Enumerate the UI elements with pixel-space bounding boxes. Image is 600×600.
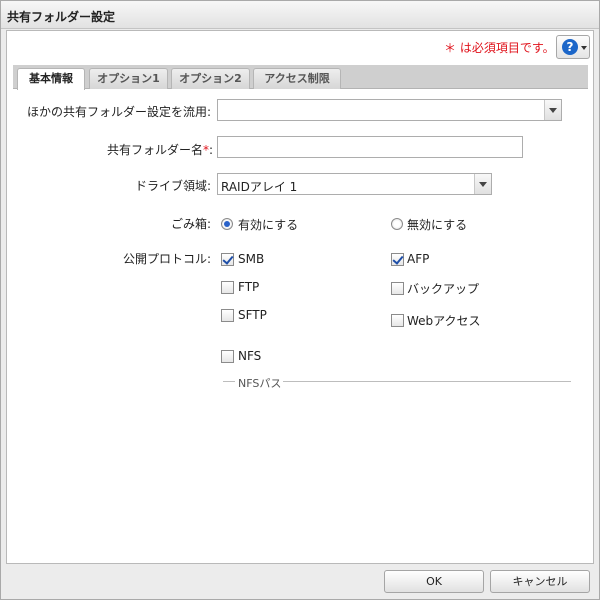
folder-name-input[interactable] (217, 136, 523, 158)
help-icon: ? (562, 39, 578, 55)
folder-name-label-text: 共有フォルダー名 (106, 143, 203, 157)
ftp-checkbox[interactable] (221, 281, 234, 294)
tab-access-restriction[interactable]: アクセス制限 (253, 68, 341, 89)
web-access-label[interactable]: Webアクセス (407, 312, 481, 329)
nfs-label[interactable]: NFS (238, 349, 261, 363)
recycle-bin-enable-radio[interactable] (221, 218, 233, 230)
dialog-title: 共有フォルダー設定 (1, 1, 599, 29)
tab-basic-info[interactable]: 基本情報 (17, 68, 85, 90)
ok-button[interactable]: OK (384, 570, 484, 593)
smb-label[interactable]: SMB (238, 252, 264, 266)
dialog-footer: OK キャンセル (1, 564, 599, 599)
tab-bar: 基本情報 オプション1 オプション2 アクセス制限 (13, 65, 588, 90)
ftp-label[interactable]: FTP (238, 280, 259, 294)
cancel-button[interactable]: キャンセル (490, 570, 590, 593)
afp-checkbox[interactable] (391, 253, 404, 266)
tab-option-2[interactable]: オプション2 (171, 68, 250, 89)
help-button[interactable]: ? (556, 35, 590, 59)
chevron-down-icon (474, 174, 491, 194)
tab-option-1[interactable]: オプション1 (89, 68, 168, 89)
protocols-label: 公開プロトコル: (122, 252, 211, 266)
recycle-bin-enable-label[interactable]: 有効にする (238, 216, 298, 233)
recycle-bin-disable-radio[interactable] (391, 218, 403, 230)
recycle-bin-label: ごみ箱: (170, 217, 211, 231)
backup-checkbox[interactable] (391, 282, 404, 295)
nfs-checkbox[interactable] (221, 350, 234, 363)
required-fields-note: ＊ は必須項目です。 (444, 41, 555, 55)
web-access-checkbox[interactable] (391, 314, 404, 327)
drive-area-value: RAIDアレイ 1 (221, 180, 298, 194)
dropdown-caret-icon (581, 46, 587, 50)
nfs-path-legend: NFSパス (238, 377, 282, 390)
fieldset-divider (283, 381, 571, 382)
drive-area-label: ドライブ領域: (134, 179, 211, 193)
sftp-label[interactable]: SFTP (238, 308, 267, 322)
backup-label[interactable]: バックアップ (407, 280, 479, 297)
copy-settings-label: ほかの共有フォルダー設定を流用: (26, 105, 211, 119)
smb-checkbox[interactable] (221, 253, 234, 266)
chevron-down-icon (544, 100, 561, 120)
recycle-bin-disable-label[interactable]: 無効にする (407, 216, 467, 233)
sftp-checkbox[interactable] (221, 309, 234, 322)
shared-folder-settings-dialog: 共有フォルダー設定 ＊ は必須項目です。 ? 基本情報 オプション1 オプション… (0, 0, 600, 600)
copy-settings-select[interactable] (217, 99, 562, 121)
fieldset-divider (223, 381, 235, 382)
folder-name-label: 共有フォルダー名*: (13, 141, 213, 158)
folder-name-label-suffix: : (208, 143, 213, 157)
afp-label[interactable]: AFP (407, 252, 429, 266)
dialog-content: ＊ は必須項目です。 ? 基本情報 オプション1 オプション2 アクセス制限 ほ… (6, 30, 594, 564)
drive-area-select[interactable]: RAIDアレイ 1 (217, 173, 492, 195)
